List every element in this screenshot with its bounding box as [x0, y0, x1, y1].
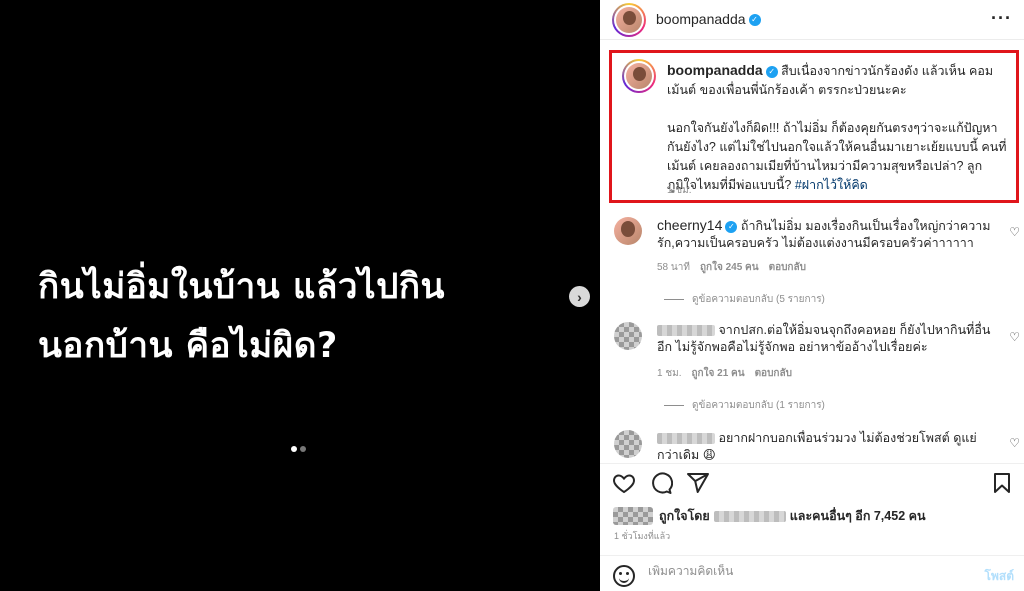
actions-divider	[600, 463, 1024, 464]
comment-heart-icon[interactable]: ♡	[1009, 436, 1020, 450]
comment-likes[interactable]: ถูกใจ 245 คน	[700, 260, 759, 275]
save-button[interactable]	[990, 471, 1014, 500]
header-username[interactable]: boompanadda	[656, 11, 746, 27]
caption-avatar[interactable]	[622, 59, 656, 93]
commenter-avatar[interactable]	[614, 322, 642, 350]
comment-text: จากปสก.ต่อให้อิ่มจนจุกถึงคอหอย ก็ยังไปหา…	[657, 322, 997, 356]
verified-badge-icon: ✓	[725, 220, 738, 233]
share-icon[interactable]	[686, 471, 710, 495]
post-time-ago[interactable]: 1 ชั่วโมงที่แล้ว	[614, 529, 670, 543]
view-replies-label: ดูข้อความตอบกลับ (5 รายการ)	[692, 294, 825, 305]
comment-time[interactable]: 58 นาที	[657, 260, 690, 275]
likes-summary: ถูกใจโดย และคนอื่นๆ อีก 7,452 คน	[613, 506, 926, 526]
comment-reply-button[interactable]: ตอบกลับ	[755, 366, 792, 381]
carousel-indicator	[291, 446, 306, 452]
comment-input[interactable]	[648, 564, 968, 578]
verified-badge-icon: ✓	[748, 13, 761, 26]
comment-time[interactable]: 1 ชม.	[657, 366, 682, 381]
post-media: กินไม่อิ่มในบ้าน แล้วไปกิน นอกบ้าน คือไม…	[0, 0, 600, 591]
comment-heart-icon[interactable]: ♡	[1009, 225, 1020, 239]
replies-line	[664, 299, 684, 300]
bookmark-icon[interactable]	[990, 471, 1014, 495]
comment-item: อยากฝากบอกเพื่อนร่วมวง ไม่ต้องช่วยโพสต์ …	[614, 430, 1024, 463]
comment-likes[interactable]: ถูกใจ 21 คน	[692, 366, 745, 381]
blurred-liker-name[interactable]	[713, 510, 786, 522]
media-overlay-text: กินไม่อิ่มในบ้าน แล้วไปกิน นอกบ้าน คือไม…	[38, 258, 538, 376]
blurred-username	[657, 433, 715, 445]
caption-highlight: boompanadda ✓ สืบเนื่องจากข่าวนักร้องดัง …	[609, 50, 1019, 203]
liked-by-suffix[interactable]: และคนอื่นๆ อีก 7,452 คน	[790, 506, 926, 526]
carousel-dot-active	[291, 446, 297, 452]
comment-reply-button[interactable]: ตอบกลับ	[769, 260, 806, 275]
header-username-wrap: boompanadda ✓	[656, 11, 761, 29]
view-replies-label: ดูข้อความตอบกลับ (1 รายการ)	[692, 400, 825, 411]
caption-username[interactable]: boompanadda	[667, 62, 763, 78]
comment-text: อยากฝากบอกเพื่อนร่วมวง ไม่ต้องช่วยโพสต์ …	[657, 430, 997, 463]
more-horizontal-icon[interactable]: ···	[991, 8, 1012, 29]
comment-heart-icon[interactable]: ♡	[1009, 330, 1020, 344]
comment-icon[interactable]	[649, 471, 673, 495]
view-replies-button[interactable]: ดูข้อความตอบกลับ (5 รายการ)	[664, 292, 825, 307]
comment-text: cheerny14 ✓ ถ้ากินไม่อิ่ม มองเรื่องกินเป็…	[657, 217, 997, 252]
heart-icon[interactable]	[612, 471, 636, 495]
commenter-avatar[interactable]	[614, 430, 642, 458]
emoji-icon[interactable]	[613, 565, 635, 587]
post-header: boompanadda ✓ ···	[600, 0, 1024, 40]
commenter-avatar[interactable]	[614, 217, 642, 245]
add-comment-bar: โพสต์	[600, 555, 1024, 591]
caption-hashtag[interactable]: #ฝากไว้ให้คิด	[795, 178, 868, 192]
carousel-dot	[300, 446, 306, 452]
media-text-line-1: กินไม่อิ่มในบ้าน แล้วไปกิน	[38, 267, 445, 307]
replies-line	[664, 405, 684, 406]
view-replies-button[interactable]: ดูข้อความตอบกลับ (1 รายการ)	[664, 398, 825, 413]
author-avatar[interactable]	[612, 3, 646, 37]
caption-body: boompanadda ✓ สืบเนื่องจากข่าวนักร้องดัง …	[667, 61, 1007, 195]
media-text-line-2: นอกบ้าน คือไม่ผิด?	[38, 326, 338, 366]
liker-avatars	[613, 507, 653, 525]
post-actions	[612, 471, 710, 495]
comment-meta: 1 ชม. ถูกใจ 21 คน ตอบกลับ	[657, 366, 792, 381]
comment-username[interactable]: cheerny14	[657, 217, 722, 233]
comment-meta: 58 นาที ถูกใจ 245 คน ตอบกลับ	[657, 260, 806, 275]
post-side-panel: boompanadda ✓ ··· boompanadda ✓ สืบเนื่องจ…	[600, 0, 1024, 591]
verified-badge-icon: ✓	[765, 65, 778, 78]
caption-time[interactable]: 1 ชม.	[667, 183, 692, 198]
post-comment-button[interactable]: โพสต์	[985, 567, 1014, 586]
chevron-right-icon[interactable]: ›	[569, 286, 590, 307]
blurred-username	[657, 325, 715, 337]
liked-by-prefix: ถูกใจโดย	[659, 509, 710, 523]
